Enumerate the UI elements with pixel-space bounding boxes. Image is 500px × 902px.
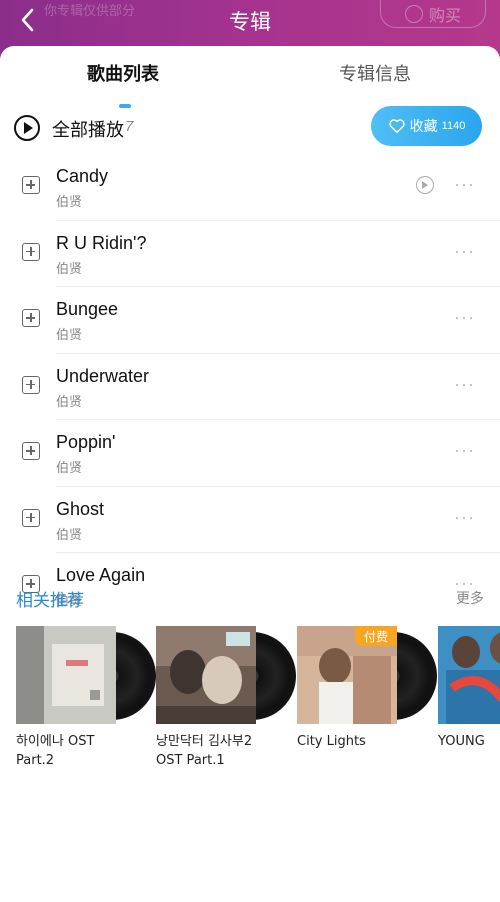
play-all-row: 全部播放 7 收藏 1140 <box>0 106 500 150</box>
song-title: Underwater <box>56 365 150 386</box>
coin-icon <box>404 4 423 23</box>
album-cover[interactable]: 付费 <box>297 626 437 724</box>
add-to-playlist-icon[interactable] <box>22 176 40 194</box>
add-to-playlist-icon[interactable] <box>22 309 40 327</box>
album-cover[interactable] <box>16 626 156 724</box>
add-to-playlist-icon[interactable] <box>22 375 40 394</box>
song-list: Candy 伯贤 ··· R U Ridin'? 伯贤 ··· Bungee 伯… <box>0 154 500 620</box>
song-artist: 伯贤 <box>56 195 83 210</box>
song-row[interactable]: Ghost 伯贤 ··· <box>0 487 500 553</box>
related-album-list: 하이에나 OST Part.2 낭만닥터 김사부2 OST Part.1 付费 … <box>16 626 500 776</box>
add-to-playlist-icon[interactable] <box>22 442 40 460</box>
more-options-icon[interactable]: ··· <box>454 440 475 461</box>
song-artist: 伯贤 <box>56 527 83 543</box>
song-row[interactable]: Poppin' 伯贤 ··· <box>0 420 500 487</box>
song-row[interactable]: Bungee 伯贤 ··· <box>0 287 500 354</box>
more-link[interactable]: 更多 <box>456 588 484 608</box>
song-artist: 伯贤 <box>56 394 83 410</box>
song-artist: 伯贤 <box>56 461 83 476</box>
add-to-playlist-icon[interactable] <box>22 508 40 527</box>
song-title: Ghost <box>56 498 105 519</box>
play-all-button[interactable]: 全部播放 <box>52 116 124 142</box>
album-art <box>16 626 116 724</box>
favorite-count: 1140 <box>441 120 466 132</box>
tab-bar: 歌曲列表 专辑信息 <box>0 60 500 108</box>
album-cover[interactable] <box>156 626 296 724</box>
related-album-name: YOUNG <box>438 734 485 749</box>
song-count: 7 <box>125 118 134 135</box>
song-artist: 伯贤 <box>56 261 83 277</box>
album-art <box>438 626 500 724</box>
related-album-card[interactable]: 付费 City Lights <box>297 626 437 751</box>
related-album-card[interactable]: 하이에나 OST Part.2 <box>16 626 156 770</box>
song-title: Poppin' <box>56 432 116 452</box>
more-options-icon[interactable]: ··· <box>454 374 475 395</box>
more-options-icon[interactable]: ··· <box>454 307 475 328</box>
buy-button[interactable]: 购买 <box>380 0 486 28</box>
song-row[interactable]: Underwater 伯贤 ··· <box>0 354 500 420</box>
more-options-icon[interactable]: ··· <box>454 507 475 528</box>
favorite-label: 收藏 <box>409 119 438 135</box>
related-album-card[interactable]: YOUNG <box>438 626 500 751</box>
related-album-name: 하이에나 OST Part.2 <box>16 734 95 768</box>
related-album-name: 낭만닥터 김사부2 OST Part.1 <box>156 734 253 768</box>
buy-label: 购买 <box>428 7 461 25</box>
paid-badge: 付费 <box>355 626 397 646</box>
tab-album-info[interactable]: 专辑信息 <box>339 60 411 86</box>
song-title: Love Again <box>56 565 146 585</box>
add-to-playlist-icon[interactable] <box>22 242 40 261</box>
song-title: R U Ridin'? <box>56 232 147 253</box>
mv-play-icon[interactable] <box>416 176 434 194</box>
song-artist: 伯贤 <box>56 328 83 343</box>
related-title: 相关推荐 <box>16 591 84 611</box>
more-options-icon[interactable]: ··· <box>454 241 475 262</box>
tab-song-list[interactable]: 歌曲列表 <box>87 60 159 86</box>
album-cover[interactable] <box>438 626 500 724</box>
album-art <box>156 626 256 724</box>
related-header: 相关推荐 更多 <box>16 586 484 611</box>
song-title: Bungee <box>56 299 119 319</box>
more-options-icon[interactable]: ··· <box>454 174 475 195</box>
related-album-name: City Lights <box>297 734 366 749</box>
play-all-icon[interactable] <box>14 115 40 141</box>
related-album-card[interactable]: 낭만닥터 김사부2 OST Part.1 <box>156 626 296 770</box>
song-row[interactable]: R U Ridin'? 伯贤 ··· <box>0 221 500 287</box>
heart-icon <box>388 117 406 135</box>
favorite-button[interactable]: 收藏 1140 <box>371 106 482 146</box>
song-title: Candy <box>56 166 109 186</box>
song-row[interactable]: Candy 伯贤 ··· <box>0 154 500 221</box>
